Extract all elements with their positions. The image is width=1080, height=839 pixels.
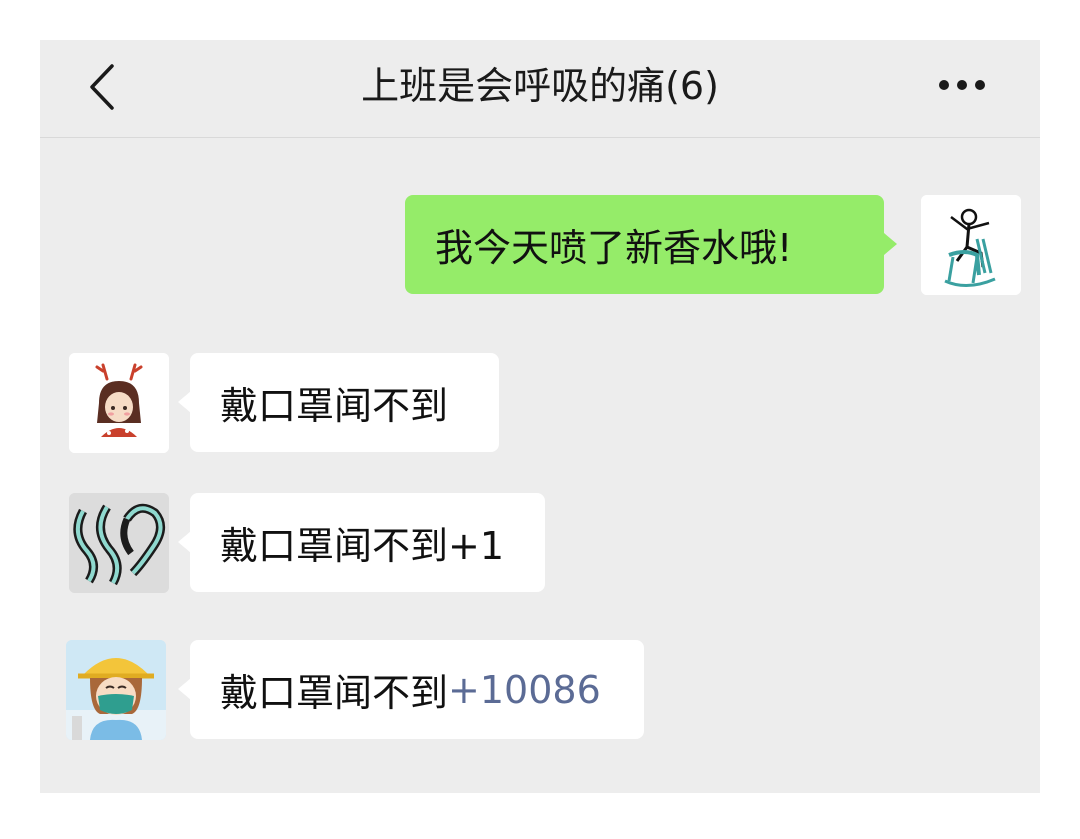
message-highlight-text: +10086: [448, 667, 601, 712]
more-dots-icon: [939, 80, 985, 90]
back-button[interactable]: [84, 62, 124, 112]
message-text: 戴口罩闻不到: [220, 671, 449, 715]
bubble-tail: [884, 233, 897, 255]
chat-screen: 上班是会呼吸的痛(6) 我今天喷了新香水哦! 戴口罩闻不到 戴口罩闻不到+1 戴…: [40, 40, 1040, 793]
message-bubble[interactable]: 戴口罩闻不到 +10086: [190, 640, 644, 739]
masked-girl-avatar[interactable]: [66, 640, 166, 740]
nav-bar: 上班是会呼吸的痛(6): [40, 40, 1040, 138]
message-text: 戴口罩闻不到+1: [220, 524, 505, 568]
message-text: 我今天喷了新香水哦!: [435, 226, 793, 270]
chat-title: 上班是会呼吸的痛(6): [361, 64, 719, 108]
rocking-chair-avatar[interactable]: [921, 195, 1021, 295]
message-bubble[interactable]: 我今天喷了新香水哦!: [405, 195, 884, 294]
teal-swirl-avatar[interactable]: [69, 493, 169, 593]
message-bubble[interactable]: 戴口罩闻不到: [190, 353, 499, 452]
chevron-left-icon: [90, 64, 114, 110]
message-bubble[interactable]: 戴口罩闻不到+1: [190, 493, 545, 592]
reindeer-girl-avatar[interactable]: [69, 353, 169, 453]
more-button[interactable]: [936, 68, 988, 102]
message-text: 戴口罩闻不到: [220, 384, 449, 428]
